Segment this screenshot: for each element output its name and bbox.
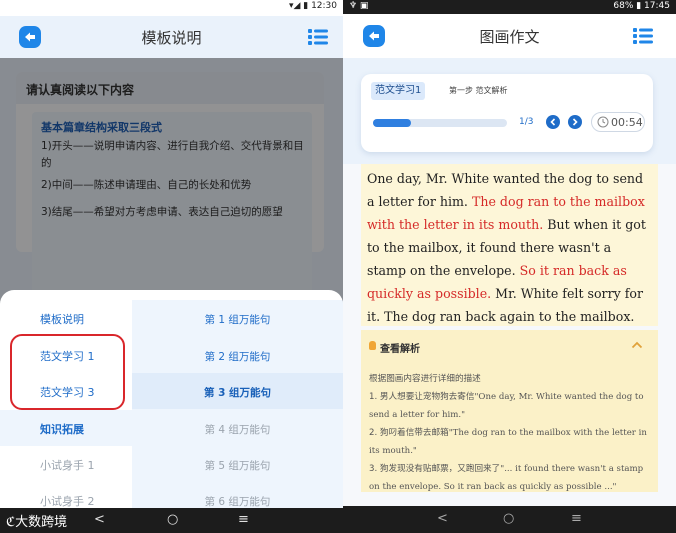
right-screen: ♆ ▣ 68% ▮ 17:45 图画作文 范文学习1 第一步 范文解析 1/3 [343,0,676,533]
status-time: ▾◢ ▮ 12:30 [288,1,337,11]
page-title: 图画作文 [479,28,540,46]
status-notifications: ♆ ▣ [349,1,369,11]
analysis-item-cn: 3. 狗发现没有贴邮票，又跑回来了 [369,464,501,474]
status-battery-time: 68% ▮ 17:45 [613,1,670,11]
nav-recents-button[interactable]: ≡ [571,511,582,526]
status-bar: ♆ ▣ 68% ▮ 17:45 [343,0,676,14]
nav-recents-button[interactable]: ≡ [238,512,249,527]
nav-home-button[interactable]: ○ [503,511,514,526]
phrase-group-label: 第 3 组万能句 [203,387,272,399]
status-bar: ▾◢ ▮ 12:30 [0,0,343,16]
model-essay: One day, Mr. White wanted the dog to sen… [361,164,658,326]
phrase-group-label: 第 4 组万能句 [204,424,271,436]
analysis-item-2: 2. 狗叼着信带去邮箱"The dog ran to the mailbox w… [369,424,654,460]
phrase-group-3[interactable]: 第 3 组万能句 [132,373,343,409]
chevron-up-icon[interactable] [631,341,643,349]
phrase-group-5[interactable]: 第 5 组万能句 [132,446,343,482]
analysis-item-1: 1. 男人想要让宠物狗去寄信"One day, Mr. White wanted… [369,388,654,424]
analysis-panel: 查看解析 根据图画内容进行详细的描述 1. 男人想要让宠物狗去寄信"One da… [361,330,658,492]
step-label: 第一步 范文解析 [449,86,508,95]
chevron-right-icon [572,118,578,126]
section-label: 小试身手 1 [40,459,95,472]
watermark-text: 大数跨境 [15,515,68,530]
nav-back-button[interactable]: < [437,511,448,526]
phrase-group-label: 第 6 组万能句 [204,496,271,508]
analysis-item-cn: 1. 男人想要让宠物狗去寄信 [369,392,475,402]
system-nav-bar: ℭ大数跨境 < ○ ≡ [0,508,343,533]
clock-icon [597,116,609,128]
timer: 00:54 [591,112,645,132]
system-nav-bar: < ○ ≡ [343,506,676,533]
analysis-text: 根据图画内容进行详细的描述 1. 男人想要让宠物狗去寄信"One day, Mr… [369,370,654,496]
phrase-group-2[interactable]: 第 2 组万能句 [132,337,343,373]
analysis-item-3: 3. 狗发现没有贴邮票，又跑回来了"... it found there was… [369,460,654,496]
section-label: 知识拓展 [40,423,84,436]
timer-value: 00:54 [611,116,643,129]
annotation-circle [10,334,125,410]
page-indicator: 1/3 [519,117,534,127]
analysis-header: 查看解析 [380,344,420,355]
phrase-group-label: 第 2 组万能句 [204,351,271,363]
section-item-practice-1[interactable]: 小试身手 1 [0,446,132,482]
section-item-template[interactable]: 模板说明 [0,300,132,336]
section-tag: 范文学习1 [371,82,426,100]
list-menu-icon [308,29,328,45]
chevron-left-icon [550,118,556,126]
progress-card: 范文学习1 第一步 范文解析 1/3 00:54 [361,74,653,152]
phrase-group-4[interactable]: 第 4 组万能句 [132,410,343,446]
phrase-group-label: 第 5 组万能句 [204,460,271,472]
phrase-group-label: 第 1 组万能句 [204,314,271,326]
next-page-button[interactable] [568,115,582,129]
analysis-intro: 根据图画内容进行详细的描述 [369,374,481,384]
left-screen: ▾◢ ▮ 12:30 模板说明 请认真阅读以下内容 基本篇章结构采取三段式 1)… [0,0,343,533]
menu-button[interactable] [633,27,653,45]
progress-fill [373,119,411,127]
page-title: 模板说明 [141,29,202,47]
phrase-group-list: 第 1 组万能句 第 2 组万能句 第 3 组万能句 第 4 组万能句 第 5 … [132,300,343,533]
nav-home-button[interactable]: ○ [167,512,178,527]
watermark-logo: ℭ大数跨境 [6,515,68,530]
menu-button[interactable] [308,28,328,46]
app-bar: 模板说明 [0,16,343,58]
prev-page-button[interactable] [546,115,560,129]
section-label: 小试身手 2 [40,495,95,508]
nav-back-button[interactable]: < [94,512,105,527]
phrase-group-1[interactable]: 第 1 组万能句 [132,300,343,336]
list-menu-icon [633,28,653,44]
section-item-knowledge[interactable]: 知识拓展 [0,410,132,446]
navigation-sheet: 模板说明 范文学习 1 范文学习 3 知识拓展 小试身手 1 小试身手 2 第 … [0,290,343,533]
analysis-toggle[interactable]: 查看解析 [369,340,420,355]
analysis-item-cn: 2. 狗叼着信带去邮箱 [369,428,449,438]
progress-bar [373,119,507,127]
status-clock: 12:30 [311,1,337,11]
app-bar: 图画作文 [343,14,676,58]
section-label: 模板说明 [40,313,84,326]
